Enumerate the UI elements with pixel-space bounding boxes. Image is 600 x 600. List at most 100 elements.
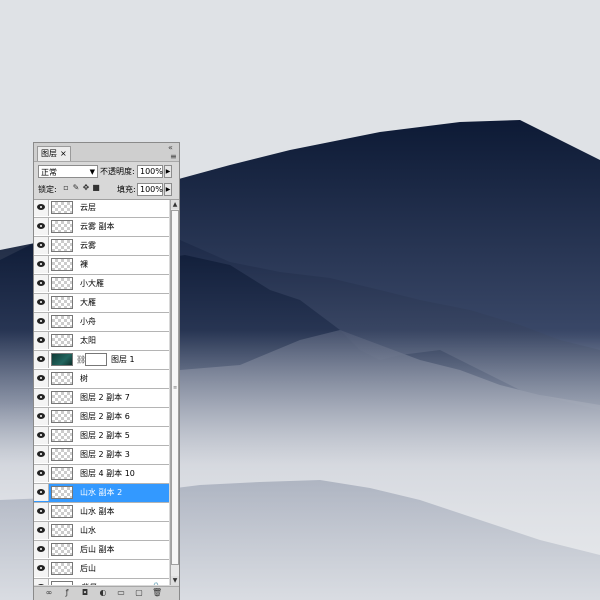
trash-icon[interactable]: 🗑 — [152, 588, 162, 598]
layer-row[interactable]: 图层 4 副本 10 — [34, 465, 169, 484]
layer-row[interactable]: ⛓ 图层 1 — [34, 351, 169, 370]
new-layer-icon[interactable]: ▢ — [134, 588, 144, 598]
layer-name[interactable]: 树 — [80, 370, 88, 387]
visibility-toggle[interactable] — [34, 275, 49, 292]
layer-row[interactable]: 小舟 — [34, 313, 169, 332]
new-group-icon[interactable]: ▭ — [116, 588, 126, 598]
layer-thumbnail[interactable] — [51, 486, 73, 499]
visibility-toggle[interactable] — [34, 560, 49, 577]
layer-thumbnail[interactable] — [51, 353, 73, 366]
layer-name[interactable]: 图层 2 副本 3 — [80, 446, 130, 463]
layer-style-icon[interactable]: ƒ — [62, 588, 72, 598]
layer-row[interactable]: 大雁 — [34, 294, 169, 313]
layer-row[interactable]: 图层 2 副本 6 — [34, 408, 169, 427]
lock-brush-icon[interactable]: ✎ — [72, 184, 80, 192]
layer-row[interactable]: 山水 — [34, 522, 169, 541]
layer-name[interactable]: 图层 2 副本 6 — [80, 408, 130, 425]
visibility-toggle[interactable] — [34, 370, 49, 387]
visibility-toggle[interactable] — [34, 579, 49, 585]
blend-mode-select[interactable]: 正常 ▼ — [38, 165, 98, 178]
layer-thumbnail[interactable] — [51, 448, 73, 461]
visibility-toggle[interactable] — [34, 389, 49, 406]
layer-row[interactable]: 后山 副本 — [34, 541, 169, 560]
layer-thumbnail[interactable] — [51, 239, 73, 252]
visibility-toggle[interactable] — [34, 218, 49, 235]
layer-row[interactable]: 山水 副本 2 — [34, 484, 169, 503]
scroll-thumb[interactable]: ≡ — [171, 210, 179, 565]
scroll-up-icon[interactable]: ▲ — [171, 200, 179, 209]
layer-thumbnail[interactable] — [51, 391, 73, 404]
visibility-toggle[interactable] — [34, 408, 49, 425]
visibility-toggle[interactable] — [34, 313, 49, 330]
layer-name[interactable]: 山水 副本 — [80, 503, 115, 520]
layer-name[interactable]: 小舟 — [80, 313, 96, 330]
layer-name[interactable]: 图层 2 副本 5 — [80, 427, 130, 444]
layer-thumbnail[interactable] — [51, 334, 73, 347]
visibility-toggle[interactable] — [34, 237, 49, 254]
layer-row[interactable]: 小大雁 — [34, 275, 169, 294]
layer-row[interactable]: 裸 — [34, 256, 169, 275]
adjustment-layer-icon[interactable]: ◐ — [98, 588, 108, 598]
layer-thumbnail[interactable] — [51, 410, 73, 423]
layer-thumbnail[interactable] — [51, 543, 73, 556]
close-icon[interactable]: × — [60, 149, 67, 158]
layer-thumbnail[interactable] — [51, 467, 73, 480]
layer-row[interactable]: 山水 副本 — [34, 503, 169, 522]
scroll-down-icon[interactable]: ▼ — [171, 576, 179, 585]
layer-thumbnail[interactable] — [51, 562, 73, 575]
layer-thumbnail[interactable] — [51, 429, 73, 442]
panel-titlebar[interactable]: 图层 × « ≡ — [34, 143, 179, 162]
layer-name[interactable]: 后山 副本 — [80, 541, 115, 558]
opacity-input[interactable]: 100% — [137, 165, 163, 178]
layer-thumbnail[interactable] — [51, 258, 73, 271]
layer-name[interactable]: 图层 4 副本 10 — [80, 465, 135, 482]
layer-name[interactable]: 太阳 — [80, 332, 96, 349]
layer-thumbnail[interactable] — [51, 581, 73, 585]
layer-name[interactable]: 山水 副本 2 — [80, 484, 122, 501]
layer-name[interactable]: 图层 2 副本 7 — [80, 389, 130, 406]
layer-name[interactable]: 背景 — [80, 579, 96, 585]
fill-slider-button[interactable]: ▶ — [164, 183, 172, 196]
layer-row[interactable]: 树 — [34, 370, 169, 389]
fill-input[interactable]: 100% — [137, 183, 163, 196]
layer-name[interactable]: 云雾 — [80, 237, 96, 254]
visibility-toggle[interactable] — [34, 200, 49, 216]
panel-menu-icon[interactable]: ≡ — [170, 152, 177, 162]
visibility-toggle[interactable] — [34, 332, 49, 349]
lock-transparency-icon[interactable]: ▫ — [62, 184, 70, 192]
visibility-toggle[interactable] — [34, 465, 49, 482]
layer-thumbnail[interactable] — [51, 524, 73, 537]
visibility-toggle[interactable] — [34, 541, 49, 558]
layer-name[interactable]: 裸 — [80, 256, 88, 273]
visibility-toggle[interactable] — [34, 256, 49, 273]
link-layers-icon[interactable]: ∞ — [44, 588, 54, 598]
layer-name[interactable]: 小大雁 — [80, 275, 104, 292]
tab-layers[interactable]: 图层 × — [37, 146, 71, 161]
visibility-toggle[interactable] — [34, 522, 49, 539]
layer-thumbnail[interactable] — [51, 220, 73, 233]
lock-all-icon[interactable]: ■ — [92, 184, 100, 192]
layer-thumbnail[interactable] — [51, 296, 73, 309]
layer-row[interactable]: 云雾 副本 — [34, 218, 169, 237]
add-mask-icon[interactable]: ◘ — [80, 588, 90, 598]
lock-move-icon[interactable]: ✥ — [82, 184, 90, 192]
layer-name[interactable]: 云雾 副本 — [80, 218, 115, 235]
visibility-toggle[interactable] — [34, 503, 49, 520]
visibility-toggle[interactable] — [34, 351, 49, 368]
layer-thumbnail[interactable] — [51, 505, 73, 518]
opacity-slider-button[interactable]: ▶ — [164, 165, 172, 178]
visibility-toggle[interactable] — [34, 427, 49, 444]
layer-row[interactable]: 图层 2 副本 3 — [34, 446, 169, 465]
layer-name[interactable]: 图层 1 — [111, 351, 135, 368]
layer-row[interactable]: 背景 🔒 — [34, 579, 169, 585]
layer-thumbnail[interactable] — [51, 315, 73, 328]
layer-name[interactable]: 山水 — [80, 522, 96, 539]
layer-thumbnail[interactable] — [51, 277, 73, 290]
layer-row[interactable]: 太阳 — [34, 332, 169, 351]
layer-name[interactable]: 云层 — [80, 200, 96, 216]
layer-thumbnail[interactable] — [51, 372, 73, 385]
layer-row[interactable]: 云雾 — [34, 237, 169, 256]
layer-name[interactable]: 后山 — [80, 560, 96, 577]
layer-thumbnail[interactable] — [51, 201, 73, 214]
visibility-toggle[interactable] — [34, 446, 49, 463]
